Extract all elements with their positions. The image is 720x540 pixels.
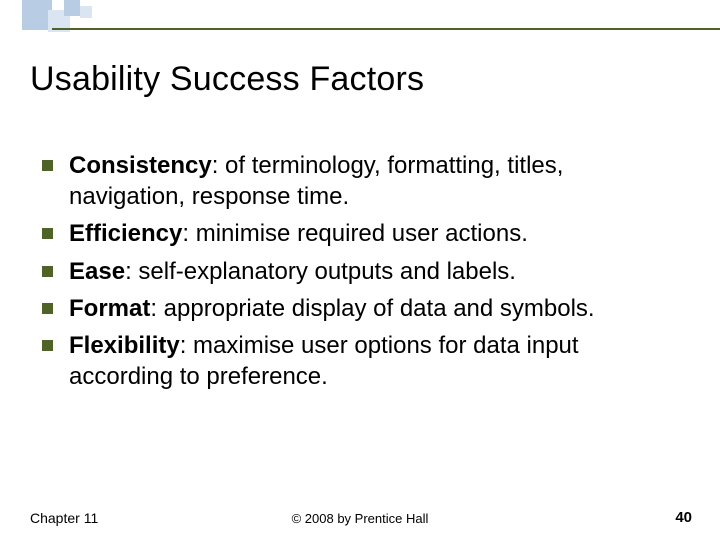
bullet-term: Flexibility — [69, 332, 180, 359]
square-bullet-icon — [42, 160, 53, 171]
bullet-desc: : self-explanatory outputs and labels. — [125, 258, 516, 285]
list-item-text: Flexibility: maximise user options for d… — [69, 330, 682, 392]
footer-page-number: 40 — [675, 509, 692, 526]
footer-copyright: © 2008 by Prentice Hall — [0, 511, 720, 526]
bullet-list: Consistency: of terminology, formatting,… — [42, 150, 682, 398]
bullet-term: Ease — [69, 258, 125, 285]
square-bullet-icon — [42, 303, 53, 314]
square-bullet-icon — [42, 340, 53, 351]
decorative-header — [0, 0, 720, 32]
deco-square-icon — [80, 6, 92, 18]
list-item-text: Efficiency: minimise required user actio… — [69, 218, 528, 249]
list-item-text: Consistency: of terminology, formatting,… — [69, 150, 682, 212]
deco-underline — [52, 28, 720, 30]
bullet-desc: : minimise required user actions. — [182, 220, 527, 247]
slide-footer: Chapter 11 © 2008 by Prentice Hall 40 — [0, 504, 720, 526]
deco-square-icon — [64, 0, 80, 16]
slide: Usability Success Factors Consistency: o… — [0, 0, 720, 540]
list-item-text: Ease: self-explanatory outputs and label… — [69, 256, 516, 287]
bullet-desc: : appropriate display of data and symbol… — [150, 295, 594, 322]
list-item: Efficiency: minimise required user actio… — [42, 218, 682, 249]
slide-title: Usability Success Factors — [30, 60, 424, 99]
bullet-term: Efficiency — [69, 220, 182, 247]
list-item: Format: appropriate display of data and … — [42, 293, 682, 324]
square-bullet-icon — [42, 228, 53, 239]
list-item: Flexibility: maximise user options for d… — [42, 330, 682, 392]
square-bullet-icon — [42, 266, 53, 277]
bullet-term: Format — [69, 295, 150, 322]
list-item-text: Format: appropriate display of data and … — [69, 293, 595, 324]
list-item: Consistency: of terminology, formatting,… — [42, 150, 682, 212]
list-item: Ease: self-explanatory outputs and label… — [42, 256, 682, 287]
bullet-term: Consistency — [69, 152, 212, 179]
